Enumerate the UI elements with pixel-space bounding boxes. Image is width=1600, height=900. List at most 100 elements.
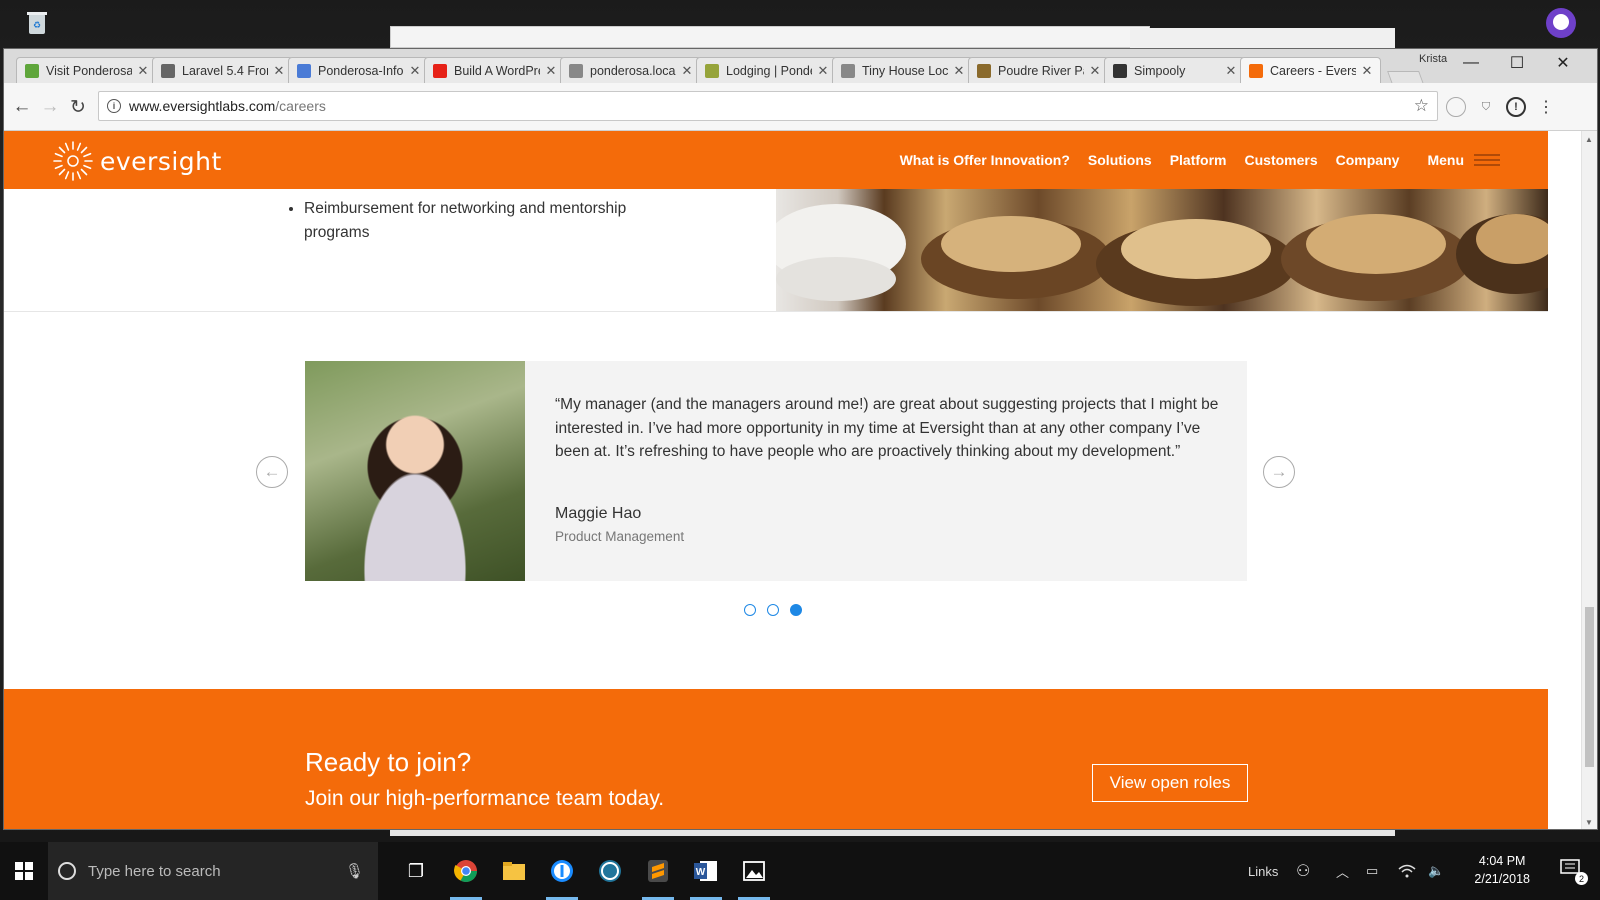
- testimonial-role: Product Management: [555, 529, 685, 544]
- close-tab-icon[interactable]: ✕: [136, 63, 150, 79]
- tab-label: Poudre River Pa: [998, 63, 1084, 78]
- recycle-bin-icon[interactable]: ♻: [20, 6, 54, 40]
- nav-company[interactable]: Company: [1336, 152, 1400, 168]
- shield-extension-icon[interactable]: ⛉: [1476, 97, 1496, 117]
- nav-menu[interactable]: Menu: [1427, 152, 1464, 168]
- 1password-icon[interactable]: [544, 853, 580, 900]
- page-scrollbar[interactable]: ▲ ▼: [1581, 131, 1597, 829]
- battery-icon[interactable]: ▭: [1366, 842, 1378, 900]
- view-open-roles-button[interactable]: View open roles: [1092, 764, 1248, 802]
- tab-label: Laravel 5.4 From: [182, 63, 268, 78]
- microphone-icon[interactable]: 🎙: [345, 862, 364, 880]
- windows-start-icon[interactable]: [0, 842, 48, 900]
- extension-icon[interactable]: [1446, 97, 1466, 117]
- site-info-icon[interactable]: i: [107, 99, 121, 113]
- word-icon[interactable]: W: [688, 853, 724, 900]
- close-tab-icon[interactable]: ✕: [1088, 63, 1102, 79]
- tab-favicon-icon: [297, 63, 311, 78]
- close-tab-icon[interactable]: ✕: [952, 63, 966, 79]
- chrome-taskbar-icon[interactable]: [448, 853, 484, 900]
- tab-favicon-icon: [569, 63, 583, 78]
- bread-baskets-image: [776, 189, 1548, 311]
- github-desktop-icon[interactable]: [1544, 6, 1578, 40]
- browser-tab-active[interactable]: Careers - Evers ✕: [1240, 57, 1381, 83]
- tab-label: ponderosa.local: [590, 63, 676, 78]
- action-center-icon[interactable]: 2: [1560, 859, 1588, 885]
- site-header: eversight What is Offer Innovation? Solu…: [4, 131, 1548, 189]
- back-arrow-icon[interactable]: ←: [10, 95, 34, 119]
- browser-tab[interactable]: Build A WordPre ✕: [424, 57, 565, 83]
- section-divider: [4, 311, 1548, 312]
- profile-name[interactable]: Krista: [1419, 53, 1447, 65]
- close-tab-icon[interactable]: ✕: [1224, 63, 1238, 79]
- carousel-dot[interactable]: [767, 604, 779, 616]
- clock-time: 4:04 PM: [1478, 854, 1526, 868]
- tab-strip: Visit Ponderosa ✕ Laravel 5.4 From ✕ Ponde…: [4, 49, 1597, 87]
- address-bar[interactable]: i www.eversightlabs.com/careers ☆: [98, 91, 1438, 121]
- scroll-thumb[interactable]: [1585, 607, 1594, 767]
- browser-tab[interactable]: Laravel 5.4 From ✕: [152, 57, 293, 83]
- minimize-icon[interactable]: —: [1448, 49, 1494, 77]
- maximize-icon[interactable]: ☐: [1494, 49, 1540, 77]
- tab-favicon-icon: [433, 63, 447, 78]
- browser-tab[interactable]: Poudre River Pa ✕: [968, 57, 1109, 83]
- browser-tab[interactable]: Tiny House Loca ✕: [832, 57, 973, 83]
- svg-text:♻: ♻: [33, 20, 41, 30]
- wifi-icon[interactable]: [1398, 842, 1416, 900]
- nav-customers[interactable]: Customers: [1245, 152, 1318, 168]
- notification-count-badge: 2: [1575, 872, 1588, 885]
- volume-icon[interactable]: 🔈: [1428, 842, 1444, 900]
- browser-tab[interactable]: Simpooly ✕: [1104, 57, 1245, 83]
- svg-text:W: W: [696, 867, 706, 878]
- nav-offer-innovation[interactable]: What is Offer Innovation?: [900, 152, 1070, 168]
- browser-tab[interactable]: Lodging | Ponde ✕: [696, 57, 837, 83]
- logo-burst-icon: [53, 141, 93, 181]
- sublime-text-icon[interactable]: [640, 853, 676, 900]
- clock[interactable]: 4:04 PM 2/21/2018: [1474, 852, 1530, 888]
- browser-tab[interactable]: Visit Ponderosa ✕: [16, 57, 157, 83]
- tab-favicon-icon: [25, 63, 39, 78]
- people-icon[interactable]: ⚇: [1296, 842, 1310, 900]
- bookmark-star-icon[interactable]: ☆: [1414, 96, 1429, 116]
- close-tab-icon[interactable]: ✕: [272, 63, 286, 79]
- carousel-dot-active[interactable]: [790, 604, 802, 616]
- logo-text: eversight: [100, 146, 222, 176]
- prev-arrow-icon[interactable]: ←: [256, 456, 288, 488]
- next-arrow-icon[interactable]: →: [1263, 456, 1295, 488]
- cta-title: Ready to join?: [305, 747, 472, 777]
- close-tab-icon[interactable]: ✕: [816, 63, 830, 79]
- wordpress-icon[interactable]: [592, 853, 628, 889]
- scroll-up-icon[interactable]: ▲: [1585, 135, 1593, 144]
- close-window-icon[interactable]: ✕: [1540, 49, 1586, 77]
- tab-label: Simpooly: [1134, 63, 1186, 78]
- main-nav: What is Offer Innovation? Solutions Plat…: [882, 151, 1500, 169]
- eversight-logo[interactable]: eversight: [52, 140, 222, 182]
- browser-tab[interactable]: Ponderosa-Info ✕: [288, 57, 429, 83]
- scroll-down-icon[interactable]: ▼: [1585, 818, 1593, 827]
- cta-subtitle: Join our high-performance team today.: [305, 787, 665, 810]
- hamburger-menu-icon[interactable]: [1474, 151, 1500, 169]
- task-view-icon[interactable]: ❐: [398, 853, 434, 889]
- close-tab-icon[interactable]: ✕: [408, 63, 422, 79]
- chevron-up-icon[interactable]: ︿: [1336, 842, 1349, 900]
- close-tab-icon[interactable]: ✕: [1360, 63, 1374, 79]
- password-manager-icon[interactable]: !: [1506, 97, 1526, 117]
- nav-solutions[interactable]: Solutions: [1088, 152, 1152, 168]
- taskbar: Type here to search 🎙 ❐ W Links ⚇ ︿ ▭ 🔈 …: [0, 842, 1600, 900]
- file-explorer-icon[interactable]: [496, 853, 532, 889]
- carousel-dot[interactable]: [744, 604, 756, 616]
- tab-label: Visit Ponderosa: [46, 63, 132, 78]
- forward-arrow-icon[interactable]: →: [38, 95, 62, 119]
- close-tab-icon[interactable]: ✕: [680, 63, 694, 79]
- links-toolbar[interactable]: Links: [1248, 842, 1278, 900]
- nav-platform[interactable]: Platform: [1170, 152, 1227, 168]
- chrome-menu-icon[interactable]: ⋮: [1536, 97, 1556, 117]
- browser-tab[interactable]: ponderosa.local ✕: [560, 57, 701, 83]
- close-tab-icon[interactable]: ✕: [544, 63, 558, 79]
- photos-icon[interactable]: [736, 853, 772, 900]
- tab-favicon-icon: [705, 63, 719, 78]
- reload-icon[interactable]: ↻: [66, 95, 90, 119]
- tab-favicon-icon: [1113, 63, 1127, 78]
- taskbar-search[interactable]: Type here to search 🎙: [48, 842, 378, 900]
- tab-label: Ponderosa-Info: [318, 63, 404, 78]
